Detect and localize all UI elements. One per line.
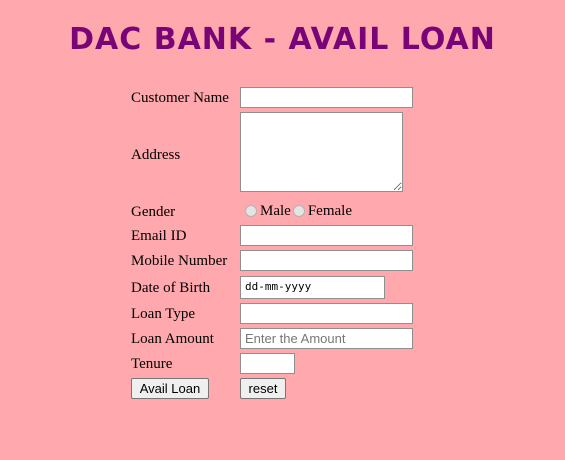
dob-input[interactable]: dd-mm-yyyy — [240, 276, 385, 299]
customer-name-input[interactable] — [240, 87, 413, 108]
gender-label: Gender — [131, 204, 176, 220]
page-title: DAC BANK - AVAIL LOAN — [69, 22, 496, 57]
mobile-label: Mobile Number — [131, 253, 228, 269]
loan-amount-label: Loan Amount — [131, 331, 214, 347]
male-radio-label[interactable]: Male — [260, 202, 291, 220]
email-input[interactable] — [240, 225, 413, 246]
customer-name-label: Customer Name — [131, 90, 229, 106]
email-label: Email ID — [131, 228, 187, 244]
address-textarea[interactable] — [240, 112, 403, 192]
loan-type-input[interactable] — [240, 303, 413, 324]
female-radio-icon[interactable] — [292, 205, 305, 217]
address-label: Address — [131, 147, 181, 163]
male-radio-icon[interactable] — [245, 205, 257, 217]
gender-radio-group: Male Female — [245, 202, 354, 220]
tenure-label: Tenure — [131, 356, 173, 372]
reset-button[interactable]: reset — [240, 378, 286, 399]
loan-amount-input[interactable] — [240, 328, 413, 349]
tenure-input[interactable] — [240, 353, 295, 374]
loan-type-label: Loan Type — [131, 306, 196, 322]
dob-label: Date of Birth — [131, 280, 211, 296]
mobile-input[interactable] — [240, 250, 413, 271]
female-radio-label[interactable]: Female — [308, 202, 352, 220]
avail-loan-button[interactable]: Avail Loan — [131, 378, 209, 399]
